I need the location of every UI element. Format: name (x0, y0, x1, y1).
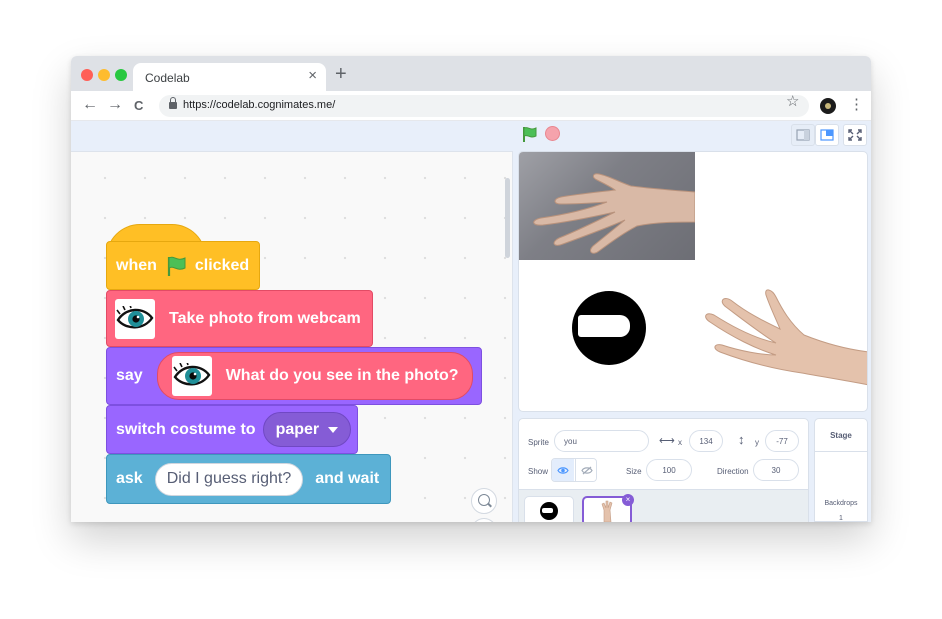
x-position-input[interactable]: 134 (689, 430, 723, 452)
show-visible-eye-icon[interactable] (552, 459, 574, 481)
green-flag-icon[interactable] (521, 126, 538, 143)
profile-avatar[interactable] (820, 98, 836, 114)
rock-sprite[interactable] (572, 291, 646, 365)
y-label: y (755, 438, 759, 447)
browser-tab[interactable]: Codelab × (133, 63, 326, 91)
green-flag-icon (167, 256, 186, 276)
code-workspace[interactable]: when clicked Take photo from webcam say … (71, 151, 513, 522)
x-arrow-icon: ⟷ (659, 435, 675, 447)
y-arrow-icon: ↕ (738, 432, 745, 447)
bookmark-star-icon[interactable]: ☆ (786, 94, 799, 110)
say-block[interactable]: say What do you see in the photo? (106, 347, 482, 405)
backdrops-count: 1 (839, 515, 843, 522)
show-toggle (551, 458, 597, 482)
ask-text-input[interactable]: Did I guess right? (154, 462, 304, 496)
sprite-list: × (519, 489, 808, 522)
webcam-photo (519, 152, 695, 260)
browser-toolbar: ← → C https://codelab.cognimates.me/ ☆ ⋮ (71, 91, 871, 121)
minimize-window-button[interactable] (98, 69, 110, 81)
eye-icon (115, 298, 155, 339)
url-text: https://codelab.cognimates.me/ (183, 99, 336, 111)
block-when-label: when (116, 256, 157, 274)
photo-reporter-block[interactable]: What do you see in the photo? (156, 352, 473, 400)
address-bar[interactable]: https://codelab.cognimates.me/ (159, 95, 809, 117)
codelab-app: when clicked Take photo from webcam say … (71, 121, 871, 522)
say-label: say (116, 367, 143, 384)
back-icon[interactable]: ← (82, 95, 98, 115)
ask-and-wait-block[interactable]: ask Did I guess right? and wait (106, 454, 391, 504)
stop-button[interactable] (545, 126, 560, 141)
size-label: Size (626, 467, 642, 476)
stage-title: Stage (830, 431, 852, 440)
zoom-out-icon[interactable] (471, 518, 497, 522)
direction-input[interactable]: 30 (753, 459, 799, 481)
small-stage-button[interactable] (791, 124, 815, 146)
stage-pane-divider (815, 451, 867, 452)
browser-menu-icon[interactable]: ⋮ (849, 97, 864, 113)
ask-label: ask (116, 470, 143, 487)
show-label: Show (528, 467, 549, 476)
costume-dropdown[interactable]: paper (262, 412, 352, 447)
backdrops-label: Backdrops (824, 500, 858, 507)
sprite-thumb-hand[interactable]: × (582, 494, 634, 522)
when-flag-clicked-block[interactable]: when clicked (106, 241, 260, 290)
browser-window: Codelab × + ← → C https://codelab.cognim… (71, 56, 871, 522)
new-tab-button[interactable]: + (335, 64, 347, 84)
take-photo-block[interactable]: Take photo from webcam (106, 290, 373, 347)
delete-sprite-icon[interactable]: × (622, 494, 634, 506)
tab-close-icon[interactable]: × (308, 68, 317, 84)
eye-icon (171, 356, 212, 396)
show-hidden-eye-icon[interactable] (575, 459, 596, 481)
hand-sprite[interactable] (684, 257, 868, 387)
and-wait-label: and wait (315, 470, 380, 487)
forward-icon[interactable]: → (107, 95, 123, 115)
switch-costume-label: switch costume to (116, 420, 256, 438)
stage-selector-pane[interactable]: Stage Backdrops 1 (814, 418, 868, 522)
lock-icon (169, 97, 177, 109)
switch-costume-block[interactable]: switch costume to paper (106, 405, 358, 454)
sprite-name-input[interactable]: you (554, 430, 649, 452)
fullscreen-icon[interactable] (843, 124, 867, 146)
chevron-down-icon (328, 426, 339, 433)
tab-strip: Codelab × + (71, 56, 871, 91)
maximize-window-button[interactable] (115, 69, 127, 81)
sprite-info-pane: Sprite you ⟷ x 134 ↕ y -77 Show Size 100… (518, 418, 809, 522)
zoom-in-icon[interactable] (471, 488, 497, 514)
stage-canvas[interactable] (518, 151, 868, 412)
x-label: x (678, 438, 682, 447)
reporter-label: What do you see in the photo? (225, 367, 459, 384)
workspace-scrollbar[interactable] (505, 178, 510, 258)
costume-dropdown-value: paper (275, 420, 320, 438)
direction-label: Direction (717, 467, 749, 476)
take-photo-label: Take photo from webcam (169, 309, 361, 327)
block-clicked-label: clicked (194, 256, 250, 274)
size-input[interactable]: 100 (646, 459, 692, 481)
sprite-label: Sprite (528, 438, 549, 447)
y-position-input[interactable]: -77 (765, 430, 799, 452)
normal-stage-button[interactable] (815, 124, 839, 146)
reload-icon[interactable]: C (134, 96, 143, 116)
sprite-thumb-rock[interactable] (524, 496, 574, 522)
close-window-button[interactable] (81, 69, 93, 81)
tab-title: Codelab (145, 71, 190, 85)
